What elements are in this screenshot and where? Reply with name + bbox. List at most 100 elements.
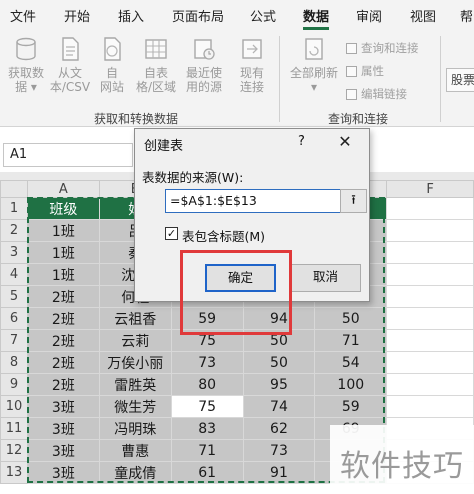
cell[interactable]: 83 <box>170 417 244 440</box>
cell[interactable]: 2班 <box>26 351 100 374</box>
cell[interactable]: 雷胜英 <box>98 373 172 396</box>
cell[interactable]: 1班 <box>26 219 100 242</box>
tab-file[interactable]: 文件 <box>10 6 36 25</box>
cell[interactable]: 80 <box>170 373 244 396</box>
row-header[interactable]: 11 <box>0 417 28 440</box>
cell[interactable]: 95 <box>242 373 316 396</box>
cell[interactable]: 万俟小丽 <box>98 351 172 374</box>
from-text-csv-button[interactable]: 从文 本/CSV <box>48 36 92 94</box>
from-web-button[interactable]: 自 网站 <box>94 36 130 94</box>
watermark: 软件技巧 <box>330 425 474 494</box>
cell[interactable]: 59 <box>170 307 244 330</box>
cell[interactable]: 75 <box>170 329 244 352</box>
cell[interactable]: 1班 <box>26 241 100 264</box>
cell[interactable]: 2班 <box>26 373 100 396</box>
properties-button[interactable]: 属性 <box>346 63 384 79</box>
cell[interactable]: 91 <box>242 461 316 484</box>
cell[interactable] <box>386 197 474 220</box>
cancel-button[interactable]: 取消 <box>290 264 361 292</box>
cell[interactable] <box>386 351 474 374</box>
cell[interactable]: 冯明珠 <box>98 417 172 440</box>
cell[interactable]: 73 <box>170 351 244 374</box>
cell[interactable]: 59 <box>314 395 388 418</box>
edit-links-button[interactable]: 编辑链接 <box>346 86 407 102</box>
column-header[interactable]: A <box>26 180 100 198</box>
cell[interactable]: 1班 <box>26 263 100 286</box>
cell[interactable]: 100 <box>314 373 388 396</box>
cell[interactable] <box>386 241 474 264</box>
tab-insert[interactable]: 插入 <box>118 6 144 25</box>
cell[interactable]: 71 <box>170 439 244 462</box>
row-header[interactable]: 9 <box>0 373 28 396</box>
tab-review[interactable]: 审阅 <box>356 6 382 25</box>
cell[interactable]: 云莉 <box>98 329 172 352</box>
select-all-corner[interactable] <box>0 180 28 198</box>
get-data-button[interactable]: 获取数 据 ▾ <box>4 36 48 94</box>
cell[interactable]: 3班 <box>26 439 100 462</box>
row-header[interactable]: 5 <box>0 285 28 308</box>
existing-connections-button[interactable]: 现有 连接 <box>232 36 272 94</box>
row-header[interactable]: 12 <box>0 439 28 462</box>
row-header[interactable]: 2 <box>0 219 28 242</box>
cell[interactable] <box>386 307 474 330</box>
tab-data[interactable]: 数据 <box>303 6 329 25</box>
cell[interactable]: 50 <box>242 351 316 374</box>
cell[interactable]: 74 <box>242 395 316 418</box>
cell[interactable]: 3班 <box>26 461 100 484</box>
cell[interactable]: 94 <box>242 307 316 330</box>
row-header[interactable]: 1 <box>0 197 28 220</box>
has-headers-checkbox[interactable]: ✓ <box>165 227 178 240</box>
row-header[interactable]: 7 <box>0 329 28 352</box>
cell[interactable]: 3班 <box>26 417 100 440</box>
close-icon[interactable]: ✕ <box>332 132 358 151</box>
cell[interactable]: 3班 <box>26 395 100 418</box>
cell[interactable]: 童成倩 <box>98 461 172 484</box>
column-header[interactable]: F <box>386 180 474 198</box>
has-headers-label[interactable]: 表包含标题(M) <box>182 226 265 245</box>
row-header[interactable]: 6 <box>0 307 28 330</box>
collapse-dialog-icon[interactable]: ⭱ <box>340 189 367 213</box>
cell[interactable]: 62 <box>242 417 316 440</box>
recent-sources-button[interactable]: 最近使 用的源 <box>180 36 228 94</box>
row-header[interactable]: 4 <box>0 263 28 286</box>
name-box[interactable]: A1 <box>3 143 133 167</box>
from-table-range-button[interactable]: 自表 格/区域 <box>132 36 180 94</box>
cell[interactable]: 75 <box>170 395 244 418</box>
web-icon <box>104 37 121 61</box>
queries-connections-button[interactable]: 查询和连接 <box>346 40 419 56</box>
tab-home[interactable]: 开始 <box>64 6 90 25</box>
cell[interactable]: 61 <box>170 461 244 484</box>
cell[interactable] <box>386 395 474 418</box>
cell[interactable]: 2班 <box>26 307 100 330</box>
cell[interactable]: 2班 <box>26 329 100 352</box>
ok-button[interactable]: 确定 <box>205 264 276 292</box>
stock-data-type-button[interactable]: 股票 <box>446 68 474 92</box>
cell[interactable]: 50 <box>242 329 316 352</box>
cell[interactable] <box>386 263 474 286</box>
cell[interactable]: 73 <box>242 439 316 462</box>
cell[interactable]: 曹惠 <box>98 439 172 462</box>
cell[interactable]: 微生芳 <box>98 395 172 418</box>
cell[interactable]: 54 <box>314 351 388 374</box>
tab-formulas[interactable]: 公式 <box>250 6 276 25</box>
cell[interactable]: 云祖香 <box>98 307 172 330</box>
row-header[interactable]: 3 <box>0 241 28 264</box>
cell[interactable] <box>386 285 474 308</box>
table-header-cell[interactable]: 班级 <box>26 197 100 220</box>
row-header[interactable]: 10 <box>0 395 28 418</box>
source-range-input[interactable]: =$A$1:$E$13 <box>165 189 348 213</box>
refresh-all-label-2: ▾ <box>310 80 318 94</box>
cell[interactable]: 71 <box>314 329 388 352</box>
refresh-all-button[interactable]: 全部刷新 ▾ <box>286 36 342 94</box>
cell[interactable] <box>386 373 474 396</box>
row-header[interactable]: 13 <box>0 461 28 484</box>
tab-help[interactable]: 帮 <box>460 6 473 25</box>
tab-page-layout[interactable]: 页面布局 <box>172 6 224 25</box>
tab-view[interactable]: 视图 <box>410 6 436 25</box>
cell[interactable]: 50 <box>314 307 388 330</box>
help-icon[interactable]: ? <box>298 134 305 149</box>
cell[interactable] <box>386 329 474 352</box>
cell[interactable]: 2班 <box>26 285 100 308</box>
cell[interactable] <box>386 219 474 242</box>
row-header[interactable]: 8 <box>0 351 28 374</box>
